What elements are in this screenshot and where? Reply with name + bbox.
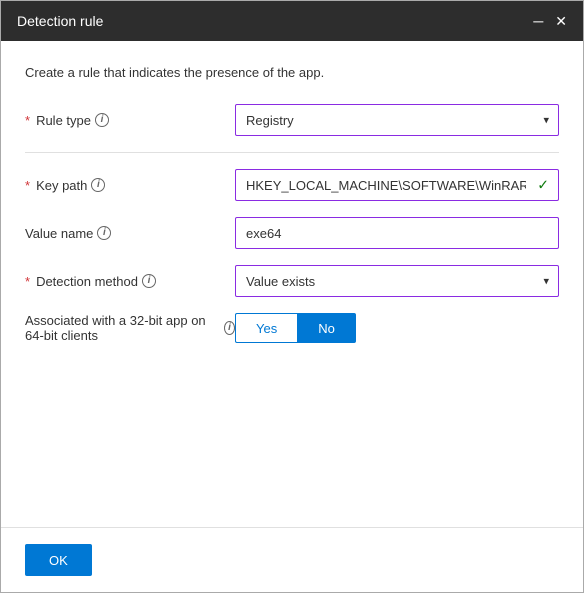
rule-type-row: * Rule type i Registry MSI File system S…	[25, 104, 559, 136]
dialog-description: Create a rule that indicates the presenc…	[25, 65, 559, 80]
dialog-content: Create a rule that indicates the presenc…	[1, 41, 583, 527]
key-path-input-wrapper: ✓	[235, 169, 559, 201]
yes-no-toggle: Yes No	[235, 313, 559, 343]
detection-rule-dialog: Detection rule ─ ✕ Create a rule that in…	[0, 0, 584, 593]
detection-method-select[interactable]: Value exists Does not exist String compa…	[235, 265, 559, 297]
detection-method-label: * Detection method i	[25, 274, 235, 289]
dialog-footer: OK	[1, 527, 583, 592]
form-section: * Rule type i Registry MSI File system S…	[25, 104, 559, 511]
key-path-check-icon: ✓	[537, 177, 549, 194]
value-name-label: Value name i	[25, 226, 235, 241]
no-button[interactable]: No	[297, 313, 356, 343]
rule-type-control: Registry MSI File system Script ▾	[235, 104, 559, 136]
value-name-input-wrapper	[235, 217, 559, 249]
title-bar: Detection rule ─ ✕	[1, 1, 583, 41]
value-name-label-text: Value name	[25, 226, 93, 241]
value-name-info-icon[interactable]: i	[97, 226, 111, 240]
value-name-row: Value name i	[25, 217, 559, 249]
detection-method-row: * Detection method i Value exists Does n…	[25, 265, 559, 297]
rule-type-select-wrapper: Registry MSI File system Script ▾	[235, 104, 559, 136]
rule-type-select[interactable]: Registry MSI File system Script	[235, 104, 559, 136]
value-name-input[interactable]	[235, 217, 559, 249]
associated-32bit-label-text: Associated with a 32-bit app on 64-bit c…	[25, 313, 220, 343]
key-path-row: * Key path i ✓	[25, 169, 559, 201]
rule-type-label-text: Rule type	[36, 113, 91, 128]
title-bar-controls: ─ ✕	[533, 14, 567, 28]
detection-method-label-text: Detection method	[36, 274, 138, 289]
associated-32bit-row: Associated with a 32-bit app on 64-bit c…	[25, 313, 559, 343]
minimize-button[interactable]: ─	[533, 14, 543, 28]
detection-method-info-icon[interactable]: i	[142, 274, 156, 288]
associated-32bit-label: Associated with a 32-bit app on 64-bit c…	[25, 313, 235, 343]
detection-method-select-wrapper: Value exists Does not exist String compa…	[235, 265, 559, 297]
key-path-label: * Key path i	[25, 178, 235, 193]
rule-type-info-icon[interactable]: i	[95, 113, 109, 127]
key-path-label-text: Key path	[36, 178, 87, 193]
detection-method-control: Value exists Does not exist String compa…	[235, 265, 559, 297]
key-path-required-star: *	[25, 178, 30, 193]
associated-32bit-info-icon[interactable]: i	[224, 321, 235, 335]
key-path-input[interactable]	[235, 169, 559, 201]
rule-type-label: * Rule type i	[25, 113, 235, 128]
dialog-title: Detection rule	[17, 13, 103, 29]
associated-32bit-control: Yes No	[235, 313, 559, 343]
ok-button[interactable]: OK	[25, 544, 92, 576]
key-path-info-icon[interactable]: i	[91, 178, 105, 192]
required-star: *	[25, 113, 30, 128]
key-path-control: ✓	[235, 169, 559, 201]
detection-method-required-star: *	[25, 274, 30, 289]
yes-button[interactable]: Yes	[235, 313, 297, 343]
close-button[interactable]: ✕	[555, 14, 567, 28]
divider-1	[25, 152, 559, 153]
value-name-control	[235, 217, 559, 249]
